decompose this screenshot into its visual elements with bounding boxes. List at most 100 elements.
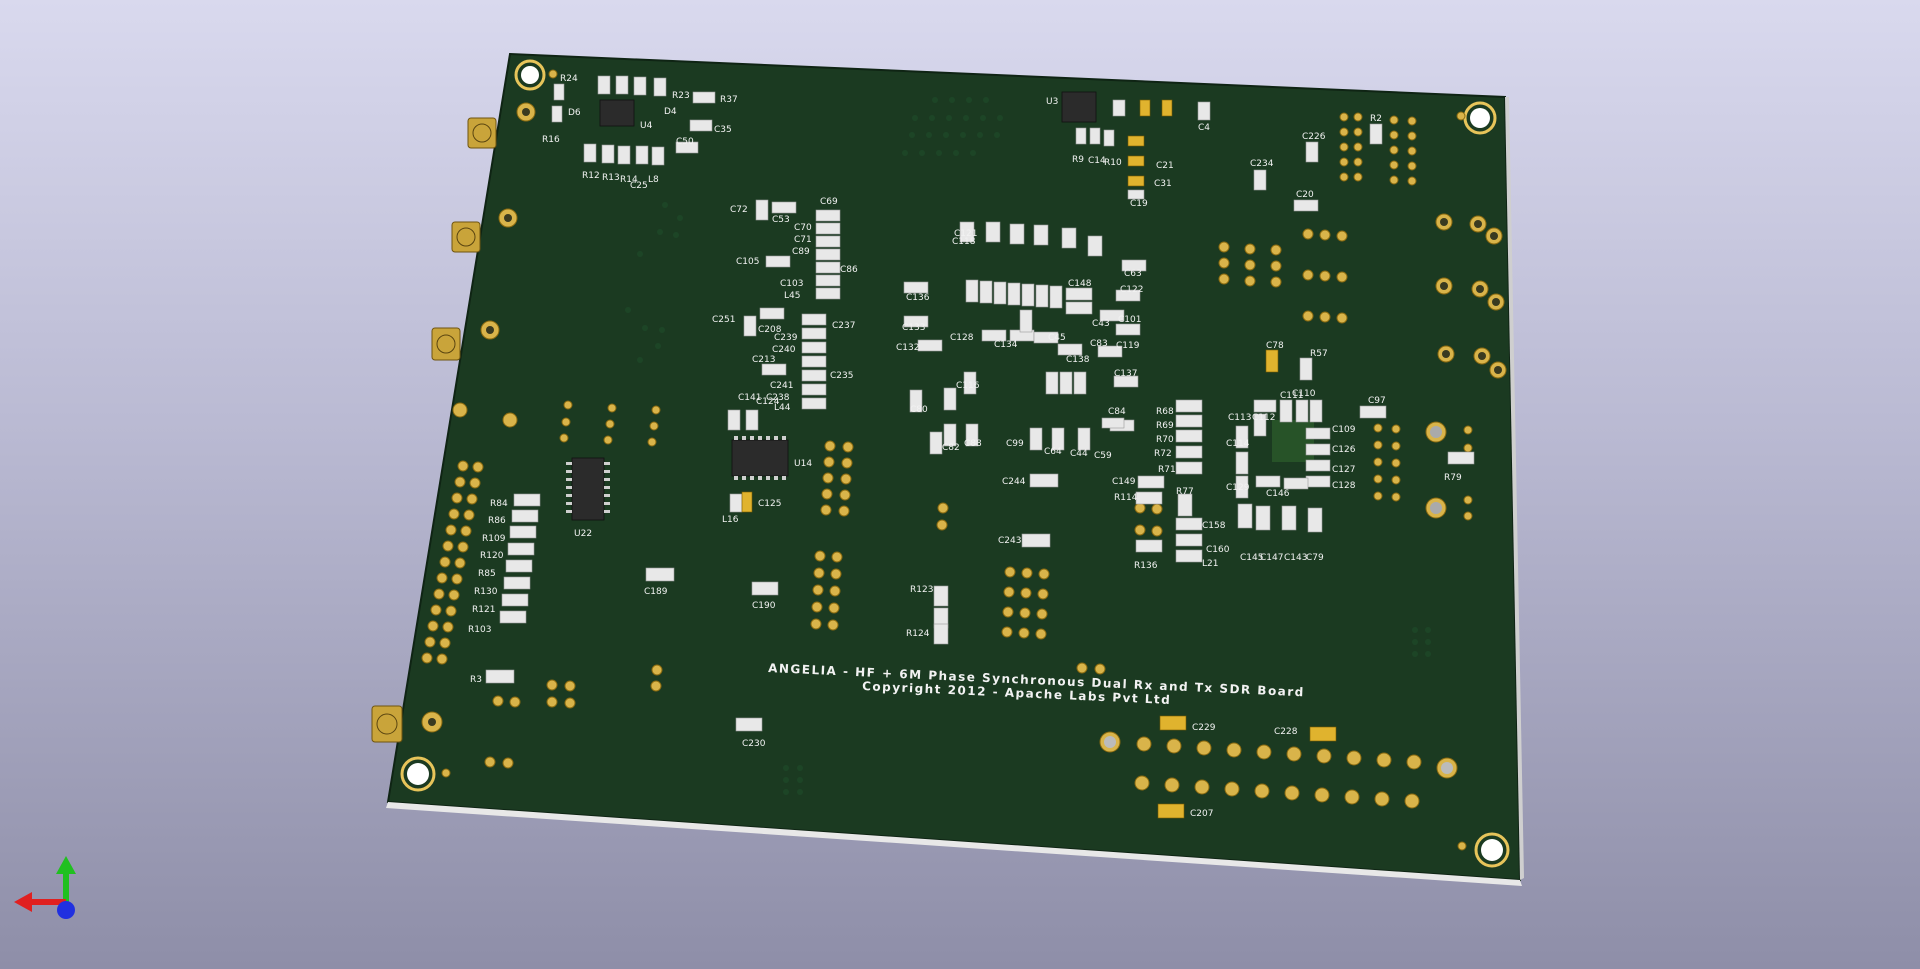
label-C89: C89 xyxy=(792,247,810,257)
label-C4: C4 xyxy=(1198,123,1210,133)
label-C125: C125 xyxy=(758,499,781,509)
label-C213: C213 xyxy=(752,355,775,365)
label-R124: R124 xyxy=(906,629,930,639)
label-C84: C84 xyxy=(1108,407,1126,417)
label-C109: C109 xyxy=(1332,425,1356,435)
label-R120: R120 xyxy=(480,551,504,561)
label-C80: C80 xyxy=(910,405,928,415)
label-R85: R85 xyxy=(478,569,496,579)
label-C83: C83 xyxy=(1090,339,1108,349)
label-C31: C31 xyxy=(1154,179,1172,189)
label-R37: R37 xyxy=(720,95,738,105)
label-C19: C19 xyxy=(1130,199,1148,209)
label-R121: R121 xyxy=(472,605,495,615)
label-U4: U4 xyxy=(640,121,653,131)
label-C112: C112 xyxy=(1252,413,1275,423)
label-C45: C45 xyxy=(1048,333,1066,343)
label-C189: C189 xyxy=(644,587,668,597)
label-R2: R2 xyxy=(1370,114,1382,124)
label-L8: L8 xyxy=(648,175,659,185)
label-U3: U3 xyxy=(1046,97,1058,107)
label-C128b: C128 xyxy=(1332,481,1356,491)
label-C243: C243 xyxy=(998,536,1021,546)
label-U14: U14 xyxy=(794,459,812,469)
label-C134: C134 xyxy=(994,340,1018,350)
label-C124: C124 xyxy=(756,397,780,407)
label-R130: R130 xyxy=(474,587,498,597)
label-C136: C136 xyxy=(906,293,930,303)
label-C114: C114 xyxy=(1226,439,1250,449)
label-C64: C64 xyxy=(1044,447,1062,457)
label-C86: C86 xyxy=(840,265,858,275)
label-C44: C44 xyxy=(1070,449,1088,459)
label-D4: D4 xyxy=(664,107,677,117)
label-R69: R69 xyxy=(1156,421,1174,431)
label-R70: R70 xyxy=(1156,435,1174,445)
label-C148: C148 xyxy=(1068,279,1092,289)
label-C128: C128 xyxy=(950,333,974,343)
label-C190: C190 xyxy=(752,601,776,611)
label-R23: R23 xyxy=(672,91,690,101)
label-C53: C53 xyxy=(772,215,790,225)
label-R86: R86 xyxy=(488,516,506,526)
label-C116: C116 xyxy=(956,381,980,391)
label-C230: C230 xyxy=(742,739,766,749)
label-R16: R16 xyxy=(542,135,560,145)
label-R136: R136 xyxy=(1134,561,1158,571)
label-R12: R12 xyxy=(582,171,600,181)
label-C71: C71 xyxy=(794,235,812,245)
label-C59: C59 xyxy=(1094,451,1112,461)
label-R68: R68 xyxy=(1156,407,1174,417)
label-C63: C63 xyxy=(1124,269,1142,279)
label-R114: R114 xyxy=(1114,493,1138,503)
label-R13: R13 xyxy=(602,173,620,183)
label-C129: C129 xyxy=(1226,483,1250,493)
label-L16: L16 xyxy=(722,515,739,525)
label-L45: L45 xyxy=(784,291,800,301)
label-R10: R10 xyxy=(1104,158,1122,168)
label-C234: C234 xyxy=(1250,159,1274,169)
label-C244: C244 xyxy=(1002,477,1026,487)
label-C226: C226 xyxy=(1302,132,1326,142)
label-C99: C99 xyxy=(1006,439,1024,449)
label-C239: C239 xyxy=(774,333,798,343)
label-C79: C79 xyxy=(1306,553,1324,563)
label-C241: C241 xyxy=(770,381,793,391)
label-R84: R84 xyxy=(490,499,508,509)
label-C118: C118 xyxy=(952,237,976,247)
label-C82: C82 xyxy=(942,443,960,453)
label-R103: R103 xyxy=(468,625,491,635)
label-C119: C119 xyxy=(1116,341,1140,351)
label-R9: R9 xyxy=(1072,155,1084,165)
label-C146: C146 xyxy=(1266,489,1290,499)
z-axis-arrow xyxy=(57,901,75,919)
label-C235: C235 xyxy=(830,371,853,381)
label-C160: C160 xyxy=(1206,545,1230,555)
label-C88: C88 xyxy=(964,439,982,449)
label-C122: C122 xyxy=(1120,285,1143,295)
label-R3: R3 xyxy=(470,675,482,685)
label-L21: L21 xyxy=(1202,559,1218,569)
label-C143: C143 xyxy=(1284,553,1307,563)
label-C72: C72 xyxy=(730,205,748,215)
label-C21: C21 xyxy=(1156,161,1174,171)
label-C126: C126 xyxy=(1332,445,1356,455)
label-R109: R109 xyxy=(482,534,506,544)
label-C97: C97 xyxy=(1368,396,1386,406)
label-R71: R71 xyxy=(1158,465,1176,475)
label-R24: R24 xyxy=(560,74,578,84)
3d-viewer-canvas[interactable]: R24 R23 R37 D4 D6 U4 R16 C35 C50 R12 R13… xyxy=(0,0,1920,969)
label-C25: C25 xyxy=(630,181,648,191)
label-C110: C110 xyxy=(1292,389,1316,399)
label-C133: C133 xyxy=(902,323,925,333)
label-R123: R123 xyxy=(910,585,933,595)
label-D6: D6 xyxy=(568,108,581,118)
label-C101: C101 xyxy=(1118,315,1141,325)
label-C20: C20 xyxy=(1296,190,1314,200)
label-R79: R79 xyxy=(1444,473,1462,483)
label-C132: C132 xyxy=(896,343,919,353)
label-C229: C229 xyxy=(1192,723,1216,733)
label-C138: C138 xyxy=(1066,355,1090,365)
label-C50: C50 xyxy=(676,137,694,147)
label-C43: C43 xyxy=(1092,319,1110,329)
